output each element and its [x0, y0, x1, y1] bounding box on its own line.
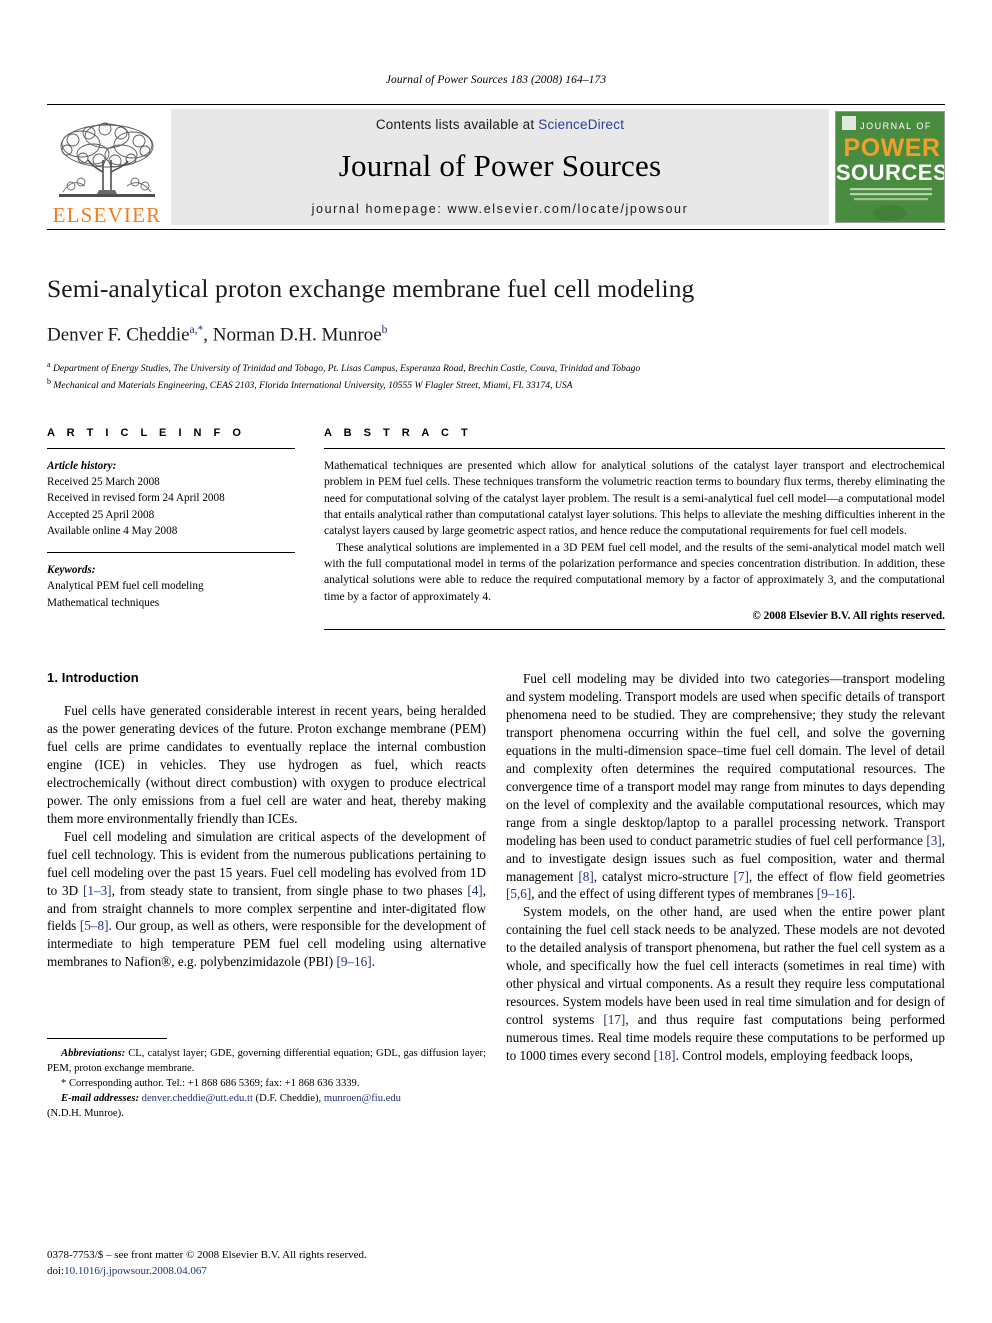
title-block: Semi-analytical proton exchange membrane… [47, 274, 945, 393]
email-addresses-label: E-mail addresses: [61, 1093, 139, 1105]
contents-list-line: Contents lists available at ScienceDirec… [376, 117, 624, 132]
citation-ref[interactable]: [9–16] [817, 886, 852, 901]
affiliation-b-text: Mechanical and Materials Engineering, CE… [53, 380, 573, 392]
abstract-paragraph: These analytical solutions are implement… [324, 540, 945, 603]
paragraph-text: , the effect of flow field geometries [748, 868, 945, 884]
paragraph-text: . [371, 954, 375, 970]
footnote-emails: E-mail addresses: denver.cheddie@utt.edu… [47, 1091, 486, 1121]
paragraph-text: , catalyst micro-structure [593, 868, 734, 884]
author-2-affiliation-marker: b [381, 324, 388, 336]
citation-ref[interactable]: [7] [733, 869, 748, 884]
email-1-owner: (D.F. Cheddie), [252, 1093, 324, 1105]
doi-label: doi: [47, 1265, 65, 1278]
info-abstract-row: A R T I C L E I N F O Article history: R… [47, 426, 945, 631]
footnote-abbreviations: Abbreviations: CL, catalyst layer; GDE, … [47, 1046, 486, 1076]
paper-page: Journal of Power Sources 183 (2008) 164–… [0, 0, 992, 1323]
body-paragraph: Fuel cells have generated considerable i… [47, 703, 486, 826]
citation-ref[interactable]: [3] [926, 833, 941, 848]
keywords-label: Keywords: [47, 564, 96, 577]
author-list: Denver F. Cheddiea,*, Norman D.H. Munroe… [47, 324, 388, 346]
citation-ref[interactable]: [9–16] [336, 954, 371, 969]
footnotes-block: Abbreviations: CL, catalyst layer; GDE, … [47, 1038, 486, 1121]
issn-copyright-line: 0378-7753/$ – see front matter © 2008 El… [47, 1249, 367, 1262]
affiliations: a Department of Energy Studies, The Univ… [47, 359, 945, 393]
cover-line2: POWER [844, 134, 941, 162]
paragraph-text: Fuel cell modeling may be divided into t… [506, 671, 945, 848]
article-history-label: Article history: [47, 459, 117, 472]
paragraph-text: . Control models, employing feedback loo… [675, 1048, 913, 1064]
footer-legal: 0378-7753/$ – see front matter © 2008 El… [47, 1248, 486, 1280]
body-paragraph: System models, on the other hand, are us… [506, 903, 945, 1065]
keywords-group: Keywords: Analytical PEM fuel cell model… [47, 562, 295, 611]
running-head: Journal of Power Sources 183 (2008) 164–… [385, 74, 607, 86]
citation-ref[interactable]: [4] [467, 883, 482, 898]
citation-ref[interactable]: [8] [578, 869, 593, 884]
article-info-heading: A R T I C L E I N F O [47, 426, 246, 439]
cover-line1: JOURNAL OF [860, 121, 932, 131]
paragraph-text: , and the effect of using different type… [531, 886, 817, 902]
citation-ref[interactable]: [18] [654, 1048, 676, 1063]
body-column-left: 1. Introduction Fuel cells have generate… [47, 670, 486, 1170]
abstract-bottom-rule [324, 629, 945, 631]
journal-title: Journal of Power Sources [338, 147, 662, 183]
author-1-affiliation-marker: a,* [189, 324, 204, 336]
footnote-divider [47, 1038, 167, 1040]
contents-prefix: Contents lists available at [375, 116, 539, 132]
article-history-group: Article history: Received 25 March 2008 … [47, 458, 295, 539]
email-2-owner: (N.D.H. Munroe). [47, 1108, 124, 1120]
email-link-2[interactable]: munroen@fiu.edu [324, 1093, 401, 1104]
keyword-item: Analytical PEM fuel cell modeling [47, 580, 204, 593]
body-column-right: Fuel cell modeling may be divided into t… [506, 670, 945, 1170]
journal-masthead: ELSEVIER Contents lists available at Sci… [47, 104, 945, 230]
doi-line: doi:10.1016/j.jpowsour.2008.04.067 [47, 1264, 486, 1280]
email-link-1[interactable]: denver.cheddie@utt.edu.tt [142, 1093, 253, 1104]
journal-homepage-link[interactable]: journal homepage: www.elsevier.com/locat… [312, 202, 689, 216]
keywords-rule [47, 552, 295, 554]
page-title: Semi-analytical proton exchange membrane… [47, 274, 695, 303]
sciencedirect-link[interactable]: ScienceDirect [538, 117, 624, 132]
abstract-body: Mathematical techniques are presented wh… [324, 458, 945, 605]
history-item: Available online 4 May 2008 [47, 524, 178, 537]
abstract-column: A B S T R A C T Mathematical techniques … [295, 426, 945, 631]
history-item: Received 25 March 2008 [47, 476, 160, 489]
abstract-heading: A B S T R A C T [324, 426, 473, 439]
history-item: Received in revised form 24 April 2008 [47, 492, 225, 505]
affiliation-a: a Department of Energy Studies, The Univ… [47, 360, 641, 375]
elsevier-wordmark: ELSEVIER [52, 203, 162, 227]
paragraph-text: . Our group, as well as others, were res… [47, 918, 486, 970]
citation-ref[interactable]: [17] [603, 1012, 625, 1027]
body-paragraph: Fuel cell modeling and simulation are cr… [47, 828, 486, 972]
abstract-rule [324, 447, 945, 449]
keyword-item: Mathematical techniques [47, 596, 160, 609]
citation-ref[interactable]: [5–8] [80, 918, 109, 933]
masthead-center: Contents lists available at ScienceDirec… [171, 109, 829, 225]
body-paragraph: Fuel cell modeling may be divided into t… [506, 670, 945, 903]
affiliation-b: b Mechanical and Materials Engineering, … [47, 377, 573, 392]
body-columns: 1. Introduction Fuel cells have generate… [47, 670, 945, 1170]
affiliation-a-text: Department of Energy Studies, The Univer… [52, 363, 641, 375]
cover-line3: SOURCES [836, 160, 944, 185]
author-name-2: Norman D.H. Munroe [212, 324, 382, 346]
doi-link[interactable]: 10.1016/j.jpowsour.2008.04.067 [64, 1265, 207, 1277]
section-heading-introduction: 1. Introduction [47, 670, 139, 686]
footnote-corresponding-author: * Corresponding author. Tel.: +1 868 686… [61, 1078, 360, 1090]
abbreviations-label: Abbreviations: [61, 1048, 126, 1060]
paragraph-text: . [851, 886, 856, 902]
citation-ref[interactable]: [1–3] [83, 883, 112, 898]
abstract-copyright: © 2008 Elsevier B.V. All rights reserved… [752, 610, 945, 623]
author-name-1: Denver F. Cheddie [47, 324, 190, 346]
journal-cover-thumbnail: JOURNAL OF POWER SOURCES [835, 111, 945, 223]
citation-ref[interactable]: [5,6] [506, 886, 531, 901]
history-item: Accepted 25 April 2008 [47, 508, 155, 521]
abstract-paragraph: Mathematical techniques are presented wh… [324, 458, 945, 538]
elsevier-logo: ELSEVIER [47, 105, 167, 229]
article-info-rule [47, 447, 295, 449]
paragraph-text: , from steady state to transient, from s… [111, 882, 468, 898]
journal-cover-art: JOURNAL OF POWER SOURCES [836, 112, 944, 222]
article-info-column: A R T I C L E I N F O Article history: R… [47, 427, 295, 630]
paragraph-text: System models, on the other hand, are us… [506, 904, 945, 1028]
elsevier-tree-icon [59, 122, 155, 197]
